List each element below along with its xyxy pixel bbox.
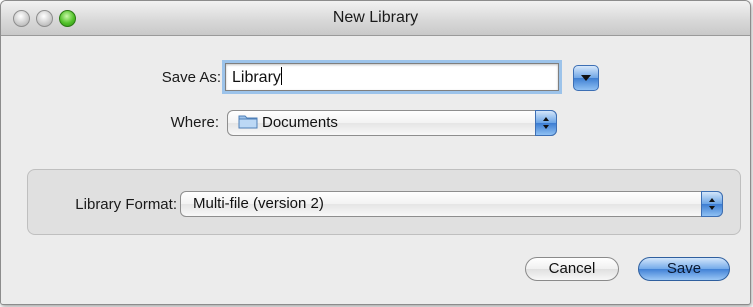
title-bar[interactable]: New Library (1, 1, 750, 36)
where-value: Documents (262, 114, 338, 131)
up-down-arrows-icon (709, 198, 715, 210)
save-as-field[interactable]: Library (225, 63, 559, 91)
save-as-label: Save As: (161, 69, 221, 86)
cancel-button[interactable]: Cancel (525, 257, 619, 281)
popup-arrows (535, 110, 557, 136)
where-label: Where: (170, 114, 219, 131)
up-down-arrows-icon (543, 117, 549, 129)
library-format-label: Library Format: (75, 196, 177, 213)
folder-icon (238, 113, 258, 129)
window-title: New Library (332, 9, 419, 26)
save-button[interactable]: Save (638, 257, 730, 281)
chevron-down-icon (581, 75, 591, 81)
library-format-value: Multi-file (version 2) (193, 195, 324, 212)
popup-arrows (701, 191, 723, 217)
new-library-dialog: New Library Save As: Library Where: Docu… (0, 0, 751, 305)
expand-dialog-button[interactable] (573, 65, 599, 91)
where-popup[interactable]: Documents (227, 110, 557, 136)
save-as-value: Library (232, 69, 281, 86)
text-caret (280, 67, 282, 85)
library-format-popup[interactable]: Multi-file (version 2) (180, 191, 723, 217)
